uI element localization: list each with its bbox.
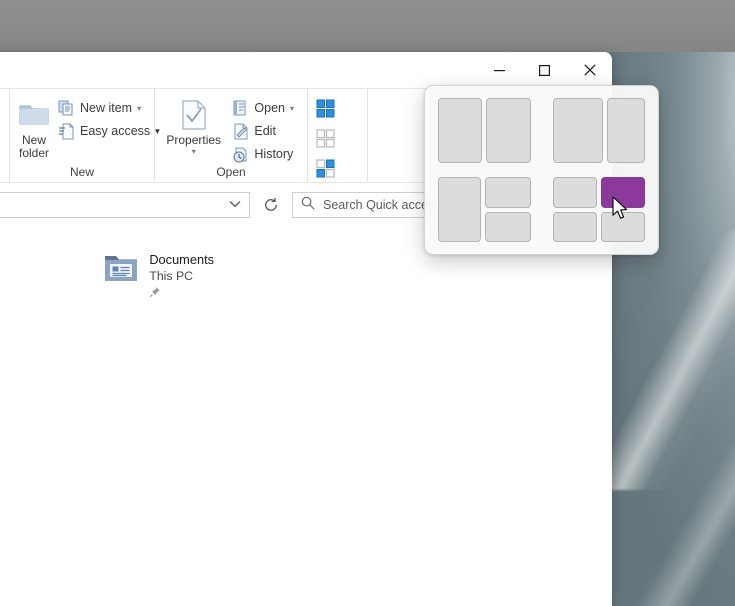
snap-zone-left[interactable] bbox=[438, 98, 483, 163]
new-item-button[interactable]: New item ▾ bbox=[52, 97, 165, 119]
snap-zone-right[interactable] bbox=[486, 98, 531, 163]
chevron-down-icon[interactable] bbox=[229, 199, 241, 211]
easy-access-icon bbox=[57, 122, 75, 140]
ribbon-group-new-label: New bbox=[69, 165, 94, 179]
list-item[interactable]: Documents This PC bbox=[103, 252, 214, 303]
caption-button-group bbox=[477, 52, 612, 88]
refresh-icon bbox=[265, 197, 277, 211]
history-label: History bbox=[254, 147, 294, 161]
new-small-buttons: New item ▾ Easy access ▾ bbox=[52, 93, 165, 142]
new-item-dropdown-arrow[interactable]: ▾ bbox=[137, 104, 141, 113]
maximize-button[interactable] bbox=[522, 52, 567, 88]
ribbon-group-organize: Copyto ▾ Delete ▾ bbox=[0, 89, 10, 182]
open-small-buttons: Open ▾ Edit History bbox=[226, 93, 299, 165]
snap-zone-left[interactable] bbox=[438, 177, 482, 242]
list-item-text: Documents This PC bbox=[149, 252, 214, 303]
list-item-name: Documents bbox=[149, 252, 215, 267]
invert-selection-button[interactable] bbox=[316, 159, 361, 183]
new-folder-button[interactable]: New folder bbox=[18, 93, 50, 160]
ribbon-group-new: New folder New item ▾ Easy access ▾ New bbox=[10, 89, 160, 182]
snap-zone-right-top[interactable] bbox=[485, 177, 531, 208]
documents-folder-icon bbox=[103, 252, 139, 288]
properties-label: Properties bbox=[166, 133, 222, 147]
refresh-button[interactable] bbox=[258, 192, 284, 218]
properties-dropdown-arrow[interactable]: ▾ bbox=[192, 148, 196, 156]
list-item-subtitle: This PC bbox=[149, 269, 194, 283]
select-all-button[interactable] bbox=[316, 99, 361, 123]
window-titlebar bbox=[0, 52, 612, 88]
invert-selection-icon bbox=[316, 159, 335, 178]
easy-access-button[interactable]: Easy access ▾ bbox=[52, 120, 165, 142]
select-none-button[interactable] bbox=[316, 129, 361, 153]
snap-zone-bottom-left[interactable] bbox=[552, 211, 597, 242]
desktop-top-band bbox=[0, 0, 735, 52]
pin-icon bbox=[149, 285, 214, 303]
select-none-icon bbox=[316, 129, 335, 148]
open-label: Open bbox=[254, 101, 285, 115]
search-icon bbox=[301, 196, 315, 213]
address-bar[interactable] bbox=[0, 191, 250, 218]
history-icon bbox=[231, 145, 249, 163]
ribbon-group-open-label: Open bbox=[216, 165, 246, 179]
easy-access-label: Easy access bbox=[80, 124, 151, 138]
properties-icon bbox=[179, 97, 209, 133]
open-dropdown-arrow[interactable]: ▾ bbox=[290, 104, 294, 113]
properties-button[interactable]: Properties ▾ bbox=[163, 93, 224, 156]
edit-label: Edit bbox=[254, 124, 276, 138]
search-placeholder: Search Quick access bbox=[323, 197, 441, 212]
snap-zone-left[interactable] bbox=[552, 98, 604, 163]
snap-layout-option-two-uneven-columns[interactable] bbox=[552, 98, 645, 163]
wallpaper-sheen-secondary bbox=[600, 430, 735, 606]
maximize-icon bbox=[539, 64, 550, 76]
edit-icon bbox=[231, 122, 249, 140]
new-folder-icon bbox=[18, 97, 50, 133]
quick-access-tiles: Downloads This PC bbox=[0, 252, 612, 303]
minimize-icon bbox=[494, 69, 505, 71]
minimize-button[interactable] bbox=[477, 52, 522, 88]
file-list-area: Downloads This PC bbox=[0, 226, 612, 606]
open-icon bbox=[231, 99, 249, 117]
snap-layout-option-left-large-right-stacked[interactable] bbox=[438, 177, 531, 242]
mouse-pointer-icon bbox=[612, 196, 630, 227]
new-item-icon bbox=[57, 99, 75, 117]
snap-layout-option-four-quadrants[interactable] bbox=[552, 177, 645, 242]
close-button[interactable] bbox=[567, 52, 612, 88]
snap-layouts-flyout[interactable] bbox=[424, 85, 659, 255]
close-icon bbox=[583, 64, 596, 76]
snap-zone-top-left[interactable] bbox=[552, 177, 597, 208]
snap-zone-right-bottom[interactable] bbox=[485, 211, 531, 242]
select-all-icon bbox=[316, 99, 335, 118]
history-button[interactable]: History bbox=[226, 143, 299, 165]
new-folder-label: New folder bbox=[18, 133, 50, 160]
open-button[interactable]: Open ▾ bbox=[226, 97, 299, 119]
snap-zone-right[interactable] bbox=[607, 98, 645, 163]
new-item-label: New item bbox=[80, 101, 133, 115]
edit-button[interactable]: Edit bbox=[226, 120, 299, 142]
snap-layout-option-two-equal-columns[interactable] bbox=[438, 98, 531, 163]
ribbon-group-open: Properties ▾ Open ▾ Edit History Open bbox=[155, 89, 308, 182]
ribbon-group-select bbox=[308, 89, 368, 182]
ribbon-group-organize-label: Organize bbox=[0, 165, 9, 179]
